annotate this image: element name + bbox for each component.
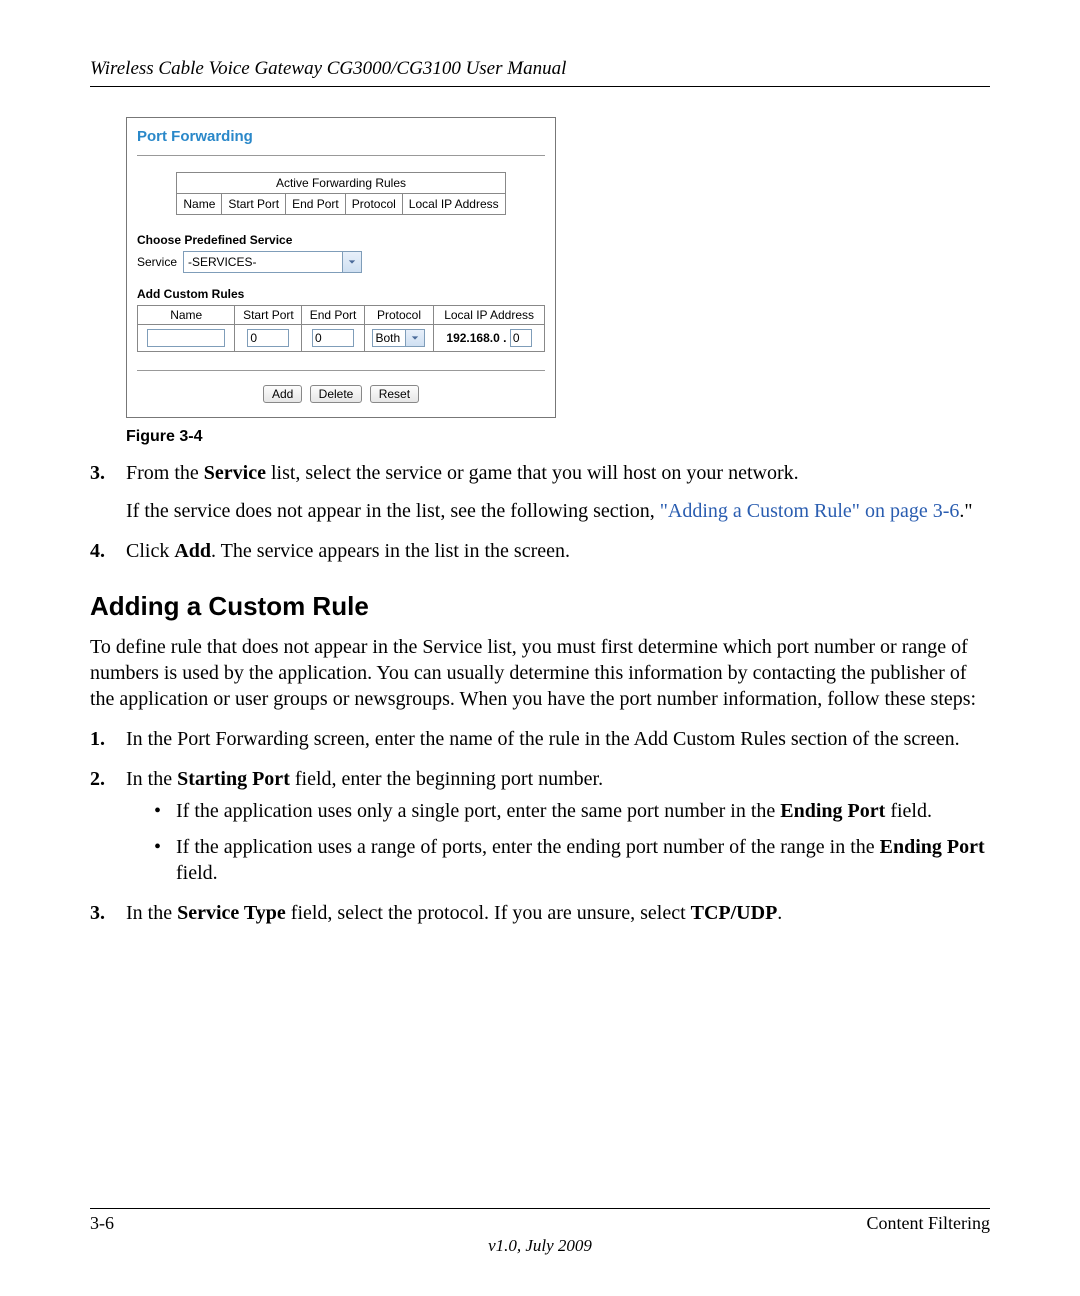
step-number: 3. [90,460,105,486]
port-forwarding-panel: Port Forwarding Active Forwarding Rules … [126,117,556,418]
col-end: End Port [286,194,346,215]
chapter-name: Content Filtering [867,1213,991,1234]
col-ip: Local IP Address [402,194,505,215]
name-field[interactable] [147,329,225,347]
col-end: End Port [302,306,364,325]
service-select[interactable] [183,251,343,273]
col-start: Start Port [235,306,302,325]
col-name: Name [177,194,222,215]
reset-button[interactable]: Reset [370,385,419,403]
list-item: 4. Click Add. The service appears in the… [90,538,990,564]
chevron-down-icon[interactable] [406,329,425,347]
page-number: 3-6 [90,1213,114,1234]
list-item: 3. From the Service list, select the ser… [90,460,990,524]
custom-rules-table: Name Start Port End Port Protocol Local … [137,305,545,352]
col-name: Name [138,306,235,325]
end-port-field[interactable] [312,329,354,347]
divider [137,155,545,156]
add-button[interactable]: Add [263,385,302,403]
ip-last-octet-field[interactable] [510,329,532,347]
panel-title: Port Forwarding [137,128,545,151]
protocol-select[interactable] [372,329,406,347]
step-number: 1. [90,726,105,752]
col-start: Start Port [222,194,286,215]
list-item: 1. In the Port Forwarding screen, enter … [90,726,990,752]
list-item: If the application uses only a single po… [154,798,990,824]
version-text: v1.0, July 2009 [90,1236,990,1256]
start-port-field[interactable] [247,329,289,347]
figure-caption: Figure 3-4 [126,428,990,446]
col-ip: Local IP Address [434,306,545,325]
custom-rules-label: Add Custom Rules [137,287,545,301]
step-number: 3. [90,900,105,926]
step-number: 4. [90,538,105,564]
active-rules-caption: Active Forwarding Rules [177,173,505,194]
xref-link[interactable]: "Adding a Custom Rule" on page 3-6 [660,500,960,522]
page-header: Wireless Cable Voice Gateway CG3000/CG31… [90,58,990,87]
header-title: Wireless Cable Voice Gateway CG3000/CG31… [90,58,566,79]
col-proto: Protocol [364,306,433,325]
table-row: 192.168.0 . [138,325,545,352]
list-item: 3. In the Service Type field, select the… [90,900,990,926]
predefined-label: Choose Predefined Service [137,233,545,247]
active-rules-table: Active Forwarding Rules Name Start Port … [176,172,505,215]
col-proto: Protocol [345,194,402,215]
chevron-down-icon[interactable] [343,251,362,273]
list-item: 2. In the Starting Port field, enter the… [90,766,990,886]
page-footer: 3-6 Content Filtering v1.0, July 2009 [90,1208,990,1256]
delete-button[interactable]: Delete [310,385,363,403]
list-item: If the application uses a range of ports… [154,834,990,886]
section-heading: Adding a Custom Rule [90,590,990,624]
service-label: Service [137,255,177,269]
step-number: 2. [90,766,105,792]
section-intro: To define rule that does not appear in t… [90,634,990,712]
ip-prefix: 192.168.0 . [446,331,506,345]
